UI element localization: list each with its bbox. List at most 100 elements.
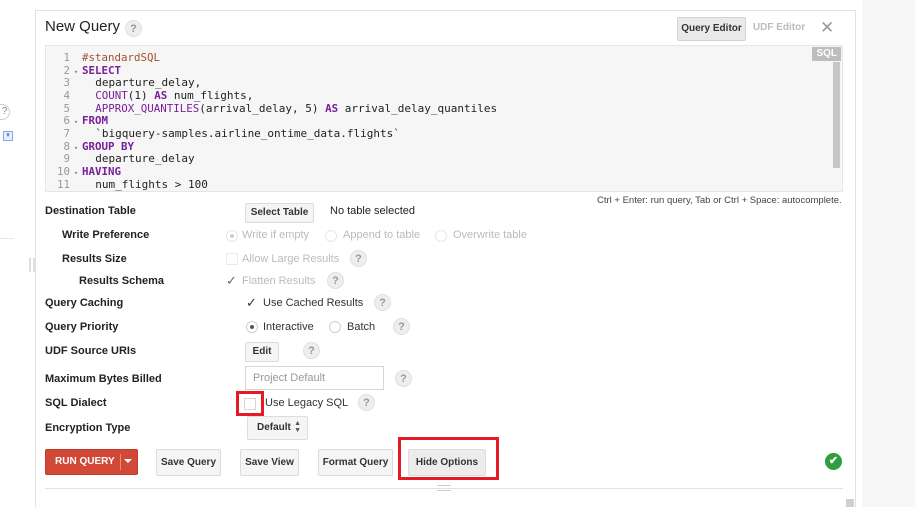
code-line[interactable]: 2 ▾ SELECT [46,64,816,77]
line-number: 3 [63,76,70,90]
check-circle-icon: ✔ [825,453,842,470]
batch-radio[interactable] [329,321,341,333]
overwrite-table-radio[interactable] [435,230,447,242]
destination-table-label: Destination Table [45,205,136,217]
code-line[interactable]: 3 departure_delay, [46,76,816,89]
append-to-table-label: Append to table [343,229,421,241]
append-to-table-radio[interactable] [325,230,337,242]
sql-language-badge: SQL [812,47,841,61]
page-scrollbar-thumb[interactable] [846,499,854,507]
code-token: num_flights, [167,88,254,102]
close-icon[interactable]: ✕ [820,17,834,39]
tab-udf-editor[interactable]: UDF Editor [750,17,808,41]
code-line[interactable]: 1 #standardSQL [46,51,816,64]
code-token: AS [154,88,168,102]
udf-source-uris-label: UDF Source URIs [45,345,137,357]
code-token: arrival_delay_quantiles [338,101,498,115]
results-size-label: Results Size [62,253,127,265]
code-token: FROM [82,114,109,128]
udf-source-uris-help-icon[interactable]: ? [303,342,320,359]
interactive-radio[interactable] [246,321,258,333]
code-token: HAVING [82,164,122,178]
run-query-button[interactable]: RUN QUERY [45,449,138,475]
run-query-separator [120,454,121,470]
sql-editor[interactable]: SQL 1 #standardSQL 2 ▾ SELECT 3 departure_del… [45,45,843,192]
panel-border-right [855,10,856,507]
code-token: #standardSQL [82,51,161,64]
results-schema-help-icon[interactable]: ? [327,272,344,289]
use-cached-results-checkbox[interactable]: ✓ [246,296,257,309]
query-caching-help-icon[interactable]: ? [374,294,391,311]
code-token: num_flights > 100 [82,177,208,191]
left-sidebar-edge [0,0,16,507]
line-number: 4 [63,88,70,102]
maximum-bytes-billed-input[interactable]: Project Default [245,366,384,390]
maximum-bytes-billed-help-icon[interactable]: ? [395,370,412,387]
code-token: SELECT [82,63,122,77]
overwrite-table-label: Overwrite table [453,229,527,241]
code-token: COUNT [95,88,128,102]
results-size-help-icon[interactable]: ? [350,250,367,267]
encryption-type-select[interactable]: Default ▲ ▼ [247,416,308,440]
code-token: APPROX_QUANTILES [95,101,200,115]
line-number: 11 [56,177,70,191]
code-line[interactable]: 9 departure_delay [46,152,816,165]
flatten-results-checkbox[interactable]: ✓ [226,274,237,287]
line-number: 10 [56,164,70,178]
encryption-type-value: Default [257,422,291,433]
use-cached-results-label: Use Cached Results [263,297,364,309]
code-line[interactable]: 7 `bigquery-samples.airline_ontime_data.… [46,127,816,140]
allow-large-results-label: Allow Large Results [242,253,340,265]
batch-label: Batch [347,321,376,333]
code-line[interactable]: 5 APPROX_QUANTILES(arrival_delay, 5) AS … [46,102,816,115]
code-token: (arrival_delay, 5) [199,101,326,115]
query-caching-label: Query Caching [45,297,124,309]
shortcut-hint: Ctrl + Enter: run query, Tab or Ctrl + S… [597,195,842,206]
code-token: departure_delay [82,152,195,166]
line-number: 5 [63,101,70,115]
tab-query-editor[interactable]: Query Editor [677,17,746,41]
line-number: 6 [63,114,70,128]
run-query-dropdown-icon[interactable] [124,459,132,463]
code-token: AS [325,101,339,115]
destination-table-value: No table selected [330,205,415,217]
save-view-button[interactable]: Save View [240,449,299,476]
sql-dialect-label: SQL Dialect [45,397,107,409]
updown-arrows-icon: ▲ ▼ [294,420,301,434]
write-if-empty-radio[interactable] [226,230,238,242]
panel-border-left [35,10,36,507]
run-query-label: RUN QUERY [55,456,115,467]
code-line[interactable]: 6 ▾ FROM [46,114,816,127]
write-preference-label: Write Preference [62,229,150,241]
code-token: departure_delay, [82,76,202,90]
code-token: `bigquery-samples.airline_ontime_data.fl… [82,126,400,140]
code-line[interactable]: 4 COUNT(1) AS num_flights, [46,89,816,102]
panel-border-top [35,10,856,11]
line-number: 1 [63,51,70,64]
select-table-button[interactable]: Select Table [245,203,314,223]
title-help-icon[interactable]: ? [125,20,142,37]
line-number: 7 [63,126,70,140]
sql-dialect-help-icon[interactable]: ? [358,394,375,411]
line-number: 8 [63,139,70,153]
editor-scrollbar[interactable] [833,62,840,168]
right-gutter [862,0,915,507]
query-priority-label: Query Priority [45,321,119,333]
code-line[interactable]: 8 ▾ GROUP BY [46,140,816,153]
page-title: New Query [45,18,121,35]
udf-edit-button[interactable]: Edit [245,342,279,362]
format-query-button[interactable]: Format Query [318,449,393,476]
write-if-empty-label: Write if empty [242,229,310,241]
code-line[interactable]: 11 num_flights > 100 [46,178,816,191]
sidebar-dropdown-icon[interactable]: ▾ [3,131,13,141]
hide-options-button[interactable]: Hide Options [408,449,486,476]
use-legacy-sql-checkbox[interactable] [244,398,256,410]
panel-resize-grip-icon[interactable] [437,485,451,491]
save-query-button[interactable]: Save Query [156,449,221,476]
code-line[interactable]: 10 ▾ HAVING [46,165,816,178]
allow-large-results-checkbox[interactable] [226,253,238,265]
interactive-label: Interactive [263,321,314,333]
query-priority-help-icon[interactable]: ? [393,318,410,335]
